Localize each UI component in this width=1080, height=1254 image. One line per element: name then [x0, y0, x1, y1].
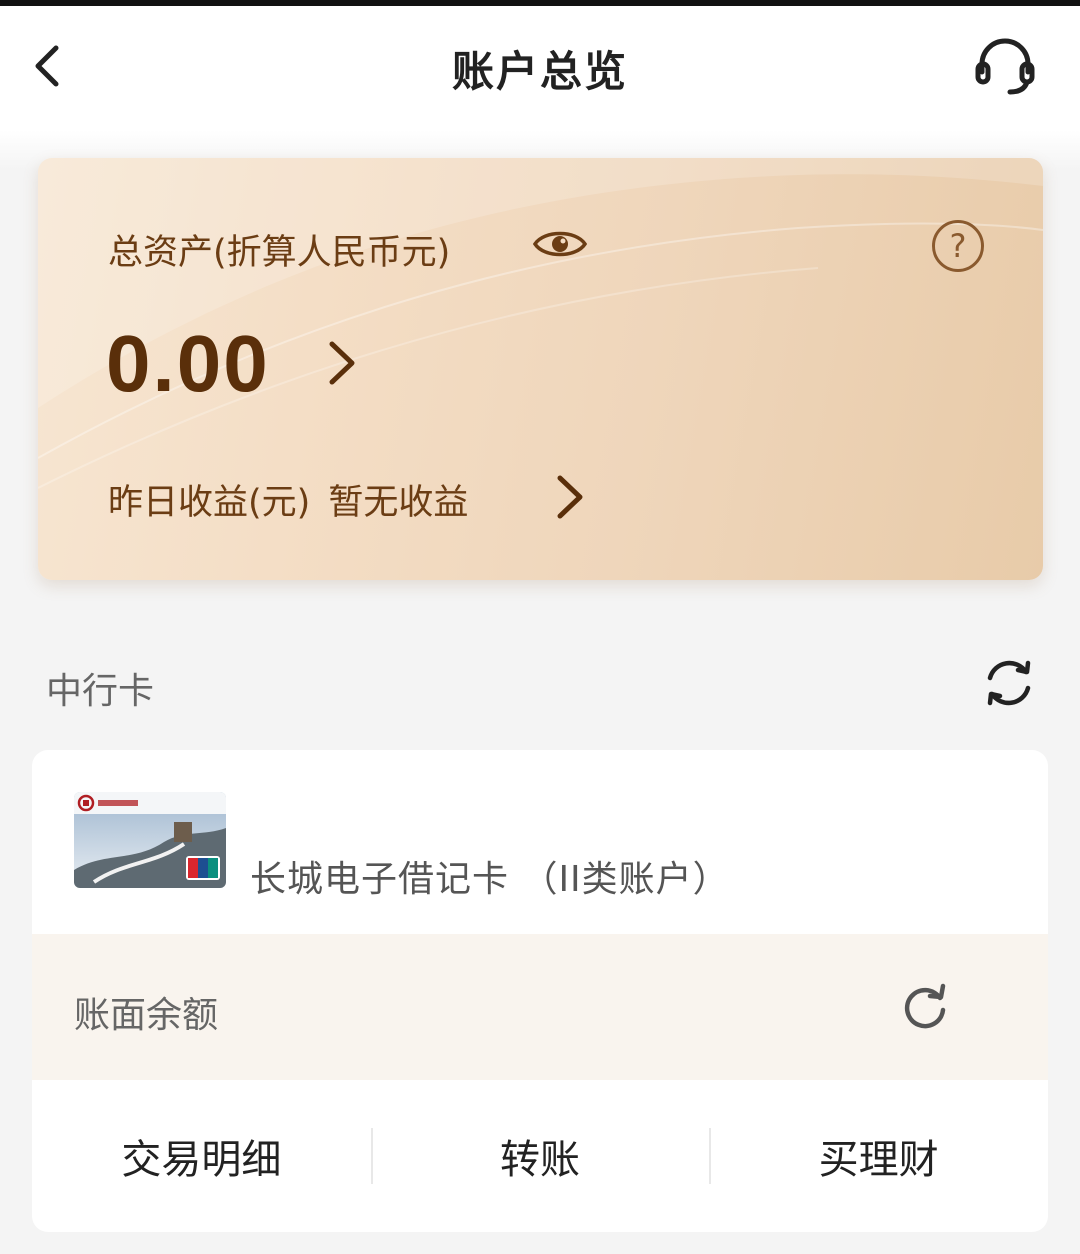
debit-card-panel: 长城电子借记卡 （II类账户） 账面余额 交易明细 转账 买理财	[32, 750, 1048, 1232]
sync-cards-button[interactable]	[982, 656, 1036, 710]
customer-service-button[interactable]	[972, 34, 1038, 100]
sync-icon	[987, 660, 1031, 706]
assets-detail-button[interactable]	[322, 336, 362, 390]
help-icon[interactable]: ?	[932, 220, 984, 272]
top-bar: 账户总览	[0, 6, 1080, 130]
transaction-details-button[interactable]: 交易明细	[32, 1080, 371, 1232]
page-title: 账户总览	[451, 47, 628, 96]
headset-icon	[975, 38, 1035, 95]
balance-row: 账面余额	[32, 934, 1048, 1080]
buy-wealth-products-button[interactable]: 买理财	[709, 1080, 1048, 1232]
yesterday-earnings[interactable]: 昨日收益(元) 暂无收益	[108, 474, 468, 525]
balance-label: 账面余额	[74, 995, 219, 1036]
bank-card-icon	[74, 792, 226, 888]
total-assets-card: 总资产(折算人民币元) ? 0.00 昨日收益(元) 暂无收益	[38, 158, 1043, 580]
yesterday-earnings-arrow[interactable]	[550, 470, 590, 524]
card-image	[74, 792, 226, 888]
yesterday-earnings-status: 暂无收益	[328, 483, 469, 523]
chevron-right-icon	[557, 475, 583, 519]
transfer-button[interactable]: 转账	[370, 1080, 710, 1232]
card-actions: 交易明细 转账 买理财	[32, 1080, 1048, 1232]
yesterday-earnings-label: 昨日收益(元)	[108, 483, 311, 523]
eye-icon	[532, 231, 588, 257]
chevron-right-icon	[329, 341, 355, 385]
card-name: 长城电子借记卡 （II类账户）	[250, 859, 730, 900]
section-title: 中行卡	[46, 671, 155, 712]
refresh-balance-button[interactable]	[900, 982, 950, 1032]
toggle-visibility-button[interactable]	[532, 224, 588, 264]
refresh-icon	[904, 983, 946, 1029]
total-assets-label: 总资产(折算人民币元)	[108, 233, 451, 273]
total-assets-value[interactable]: 0.00	[106, 318, 270, 410]
